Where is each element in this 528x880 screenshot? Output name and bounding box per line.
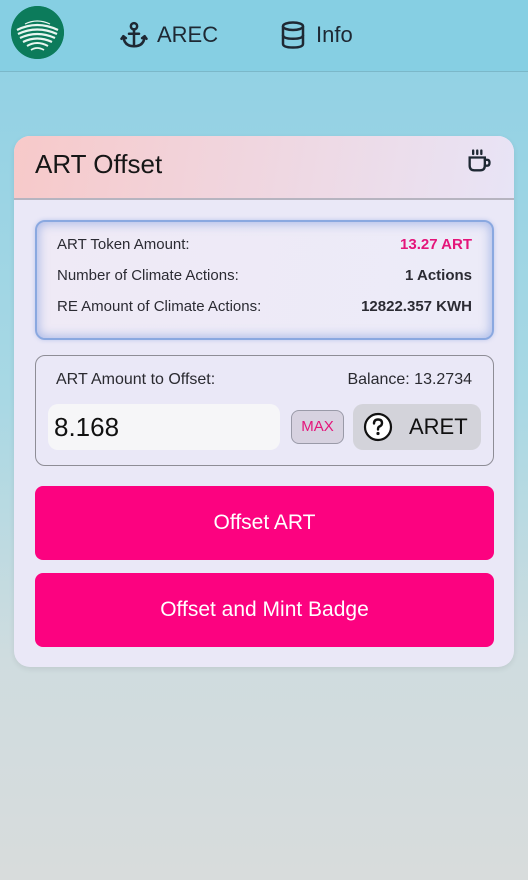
nav-info-label: Info (316, 22, 353, 47)
token-info-panel: ART Token Amount: 13.27 ART Number of Cl… (35, 220, 494, 340)
coffee-cup-icon[interactable] (465, 147, 493, 175)
card-header: ART Offset (14, 136, 514, 200)
token-amount-value: 13.27 ART (400, 236, 472, 253)
offset-amount-label: ART Amount to Offset: (56, 371, 216, 388)
max-button[interactable]: MAX (291, 410, 344, 444)
nav-arec-label: AREC (157, 22, 219, 47)
info-row-token-amount: ART Token Amount: 13.27 ART (57, 236, 472, 258)
nav-info-link[interactable]: Info (278, 18, 353, 52)
anchor-icon (120, 21, 148, 48)
balance-text: Balance: 13.2734 (347, 371, 472, 388)
offset-art-button[interactable]: Offset ART (35, 486, 494, 560)
question-circle-icon (363, 412, 393, 442)
offset-amount-input[interactable] (48, 404, 280, 450)
re-amount-value: 12822.357 KWH (361, 298, 472, 315)
top-nav-bar: AREC Info (0, 0, 528, 72)
token-select-button[interactable]: ARET (353, 404, 481, 450)
info-row-climate-actions: Number of Climate Actions: 1 Actions (57, 267, 472, 289)
offset-and-mint-badge-button[interactable]: Offset and Mint Badge (35, 573, 494, 647)
arec-logo-icon[interactable] (11, 6, 64, 59)
re-amount-label: RE Amount of Climate Actions: (57, 298, 262, 315)
art-offset-card: ART Offset ART Token Amount: 13.27 ART N… (14, 136, 514, 667)
token-label: ARET (409, 414, 468, 439)
nav-arec-link[interactable]: AREC (119, 18, 218, 52)
database-icon (281, 21, 305, 49)
climate-actions-value: 1 Actions (405, 267, 472, 284)
offset-amount-panel: ART Amount to Offset: Balance: 13.2734 M… (35, 355, 494, 466)
token-amount-label: ART Token Amount: (57, 236, 190, 253)
card-title: ART Offset (35, 149, 163, 179)
info-row-re-amount: RE Amount of Climate Actions: 12822.357 … (57, 298, 472, 320)
climate-actions-label: Number of Climate Actions: (57, 267, 239, 284)
